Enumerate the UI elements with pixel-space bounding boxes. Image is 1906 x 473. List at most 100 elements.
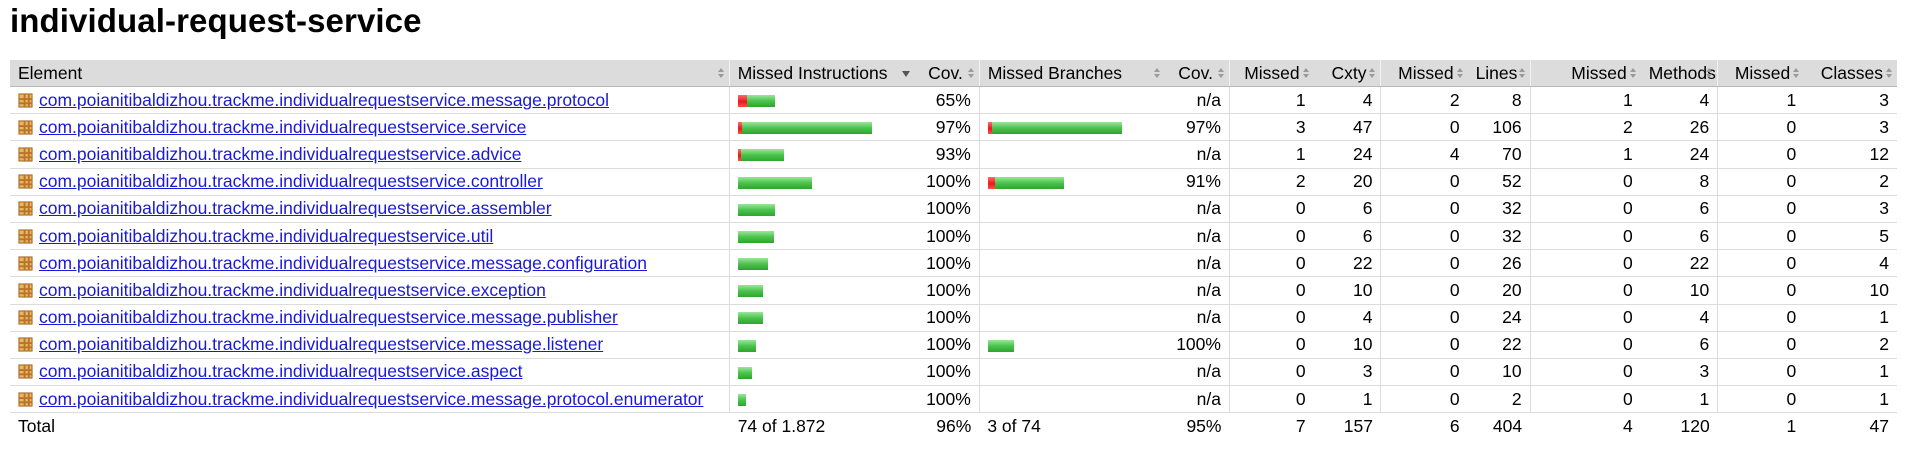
totals-cxty: 157: [1343, 416, 1373, 437]
covered-bar-segment: [991, 122, 1122, 135]
missed-classes: 1: [1717, 86, 1805, 115]
branches-coverage: n/a: [1164, 86, 1230, 115]
instructions-coverage: 100%: [914, 358, 980, 387]
covered-bar-segment: [737, 176, 812, 189]
missed-cxty: 0: [1228, 222, 1314, 251]
header-label: Lines: [1475, 62, 1518, 83]
instructions-coverage-bar: [737, 122, 872, 135]
sort-arrows-icon: [717, 68, 724, 78]
package-link[interactable]: com.poianitibaldizhou.trackme.individual…: [39, 171, 543, 191]
header-methods[interactable]: Methods: [1640, 60, 1718, 87]
sort-arrows-icon: [967, 68, 974, 78]
header-lines[interactable]: Lines: [1467, 60, 1531, 87]
element-cell: com.poianitibaldizhou.trackme.individual…: [10, 304, 730, 332]
header-instructions-coverage[interactable]: Cov.: [914, 60, 980, 87]
sort-arrows-icon: [1369, 68, 1376, 78]
classes: 4: [1804, 249, 1897, 278]
totals-label: Total: [18, 416, 55, 437]
header-label: Cov.: [1178, 62, 1213, 83]
header-branches-coverage[interactable]: Cov.: [1164, 60, 1230, 87]
sort-arrows-icon: [1629, 68, 1636, 78]
package-icon: [18, 92, 33, 108]
element-cell: com.poianitibaldizhou.trackme.individual…: [10, 195, 730, 223]
table-row: com.poianitibaldizhou.trackme.individual…: [10, 304, 1897, 332]
classes: 2: [1804, 331, 1897, 359]
missed-instructions-cell: [728, 385, 915, 414]
instructions-coverage-bar: [737, 366, 752, 379]
missed-instructions-cell: [728, 113, 915, 142]
covered-bar-segment: [987, 339, 1014, 352]
covered-bar-segment: [737, 203, 775, 216]
missed-instructions-cell: [728, 86, 915, 115]
covered-bar-segment: [746, 94, 775, 107]
table-row: com.poianitibaldizhou.trackme.individual…: [10, 168, 1897, 196]
covered-bar-segment: [737, 339, 756, 352]
package-link[interactable]: com.poianitibaldizhou.trackme.individual…: [39, 361, 522, 381]
instructions-coverage: 100%: [914, 249, 980, 278]
missed-branches-cell: [978, 86, 1165, 115]
table-row: com.poianitibaldizhou.trackme.individual…: [10, 331, 1897, 359]
instructions-coverage-bar: [737, 203, 775, 216]
package-link[interactable]: com.poianitibaldizhou.trackme.individual…: [39, 389, 703, 409]
package-link[interactable]: com.poianitibaldizhou.trackme.individual…: [39, 280, 546, 300]
header-label: Missed: [1571, 62, 1627, 83]
cxty: 3: [1313, 358, 1381, 387]
header-missed-cxty[interactable]: Missed: [1228, 60, 1314, 87]
missed-cxty: 3: [1228, 113, 1314, 142]
package-icon: [18, 146, 33, 162]
header-missed-branches[interactable]: Missed Branches: [978, 60, 1165, 87]
covered-bar-segment: [737, 394, 746, 407]
missed-lines: 0: [1380, 385, 1468, 414]
header-missed-classes[interactable]: Missed: [1717, 60, 1805, 87]
cxty: 1: [1313, 385, 1381, 414]
missed-classes: 0: [1717, 222, 1805, 251]
methods: 8: [1640, 168, 1718, 196]
covered-bar-segment: [737, 366, 752, 379]
missed-cxty: 0: [1228, 304, 1314, 332]
branches-coverage: n/a: [1164, 358, 1230, 387]
header-missed-lines[interactable]: Missed: [1380, 60, 1468, 87]
header-element[interactable]: Element: [10, 60, 730, 87]
methods: 24: [1640, 140, 1718, 169]
methods: 6: [1640, 222, 1718, 251]
package-link[interactable]: com.poianitibaldizhou.trackme.individual…: [39, 226, 493, 246]
package-icon: [18, 200, 33, 216]
package-link[interactable]: com.poianitibaldizhou.trackme.individual…: [39, 198, 552, 218]
table-row: com.poianitibaldizhou.trackme.individual…: [10, 86, 1897, 115]
totals-missed-methods: 4: [1623, 416, 1633, 437]
table-row: com.poianitibaldizhou.trackme.individual…: [10, 276, 1897, 305]
header-classes[interactable]: Classes: [1804, 60, 1897, 87]
package-link[interactable]: com.poianitibaldizhou.trackme.individual…: [39, 144, 521, 164]
package-link[interactable]: com.poianitibaldizhou.trackme.individual…: [39, 334, 603, 354]
element-cell: com.poianitibaldizhou.trackme.individual…: [10, 358, 730, 387]
header-cxty[interactable]: Cxty: [1313, 60, 1381, 87]
missed-classes: 0: [1717, 276, 1805, 305]
missed-lines: 0: [1380, 168, 1468, 196]
missed-lines: 0: [1380, 113, 1468, 142]
methods: 4: [1640, 86, 1718, 115]
package-link[interactable]: com.poianitibaldizhou.trackme.individual…: [39, 307, 618, 327]
branches-coverage: 100%: [1164, 331, 1230, 359]
instructions-coverage-bar: [737, 285, 763, 298]
lines: 26: [1467, 249, 1531, 278]
package-link[interactable]: com.poianitibaldizhou.trackme.individual…: [39, 253, 647, 273]
missed-instructions-cell: [728, 358, 915, 387]
package-icon: [18, 228, 33, 244]
branches-coverage: n/a: [1164, 195, 1230, 223]
missed-bar-segment: [737, 94, 747, 107]
package-link[interactable]: com.poianitibaldizhou.trackme.individual…: [39, 117, 526, 137]
missed-bar-segment: [987, 176, 995, 189]
table-row: com.poianitibaldizhou.trackme.individual…: [10, 358, 1897, 387]
classes: 2: [1804, 168, 1897, 196]
missed-methods: 0: [1529, 331, 1641, 359]
totals-missed-instructions: 74 of 1.872: [737, 416, 826, 437]
missed-lines: 0: [1380, 276, 1468, 305]
totals-missed-branches: 3 of 74: [987, 416, 1041, 437]
package-link[interactable]: com.poianitibaldizhou.trackme.individual…: [39, 90, 609, 110]
lines: 24: [1467, 304, 1531, 332]
header-missed-instructions[interactable]: Missed Instructions: [728, 60, 915, 87]
lines: 106: [1467, 113, 1531, 142]
header-missed-methods[interactable]: Missed: [1529, 60, 1641, 87]
sort-arrows-icon: [1518, 68, 1525, 78]
package-icon: [18, 282, 33, 298]
